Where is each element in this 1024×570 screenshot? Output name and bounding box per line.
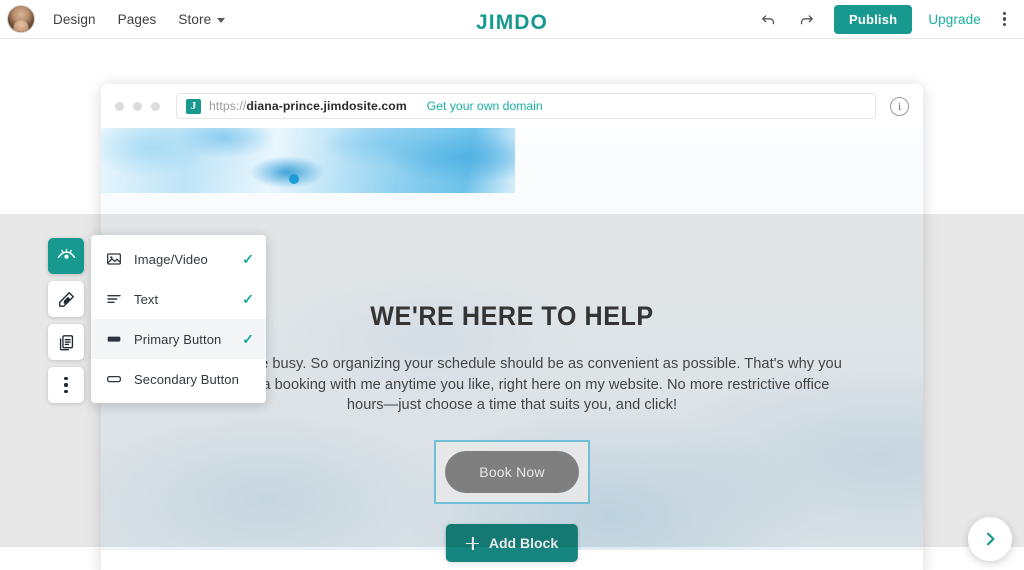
add-block-label: Add Block bbox=[488, 535, 559, 551]
dropdown-label: Primary Button bbox=[134, 331, 222, 347]
image-icon bbox=[105, 251, 122, 268]
selected-button-outline: Book Now bbox=[434, 439, 590, 504]
filled-button-icon bbox=[105, 331, 122, 348]
url-scheme: https:// bbox=[209, 99, 247, 113]
text-lines-icon bbox=[105, 291, 122, 308]
nav-item-pages[interactable]: Pages bbox=[118, 12, 157, 27]
publish-button[interactable]: Publish bbox=[833, 4, 913, 34]
nav-label-store: Store bbox=[178, 11, 212, 27]
url-domain: diana-prince.jimdosite.com bbox=[246, 99, 407, 113]
add-block-button[interactable]: Add Block bbox=[445, 524, 579, 562]
chevron-right-icon bbox=[987, 532, 995, 546]
address-bar[interactable]: J https://diana-prince.jimdosite.com Get… bbox=[176, 93, 876, 119]
copy-duplicate-icon[interactable] bbox=[48, 324, 84, 360]
dropdown-label: Text bbox=[134, 291, 159, 307]
dropdown-label: Secondary Button bbox=[134, 371, 239, 387]
dropdown-item-primary-button[interactable]: Primary Button ✓ bbox=[91, 319, 266, 359]
block-toolbar bbox=[48, 238, 84, 403]
dropdown-label: Image/Video bbox=[134, 251, 208, 267]
info-circle-icon[interactable]: i bbox=[890, 96, 909, 116]
outlined-button-icon bbox=[105, 371, 122, 388]
paint-style-icon[interactable] bbox=[48, 281, 84, 317]
kebab-menu-icon[interactable] bbox=[997, 9, 1012, 30]
nav-label-pages: Pages bbox=[117, 11, 157, 27]
next-step-button[interactable] bbox=[968, 517, 1012, 561]
jimdo-editor-window: Design Pages Store JIMDO Publish Upgrade… bbox=[0, 0, 1024, 570]
more-options-icon[interactable] bbox=[48, 367, 84, 403]
avatar[interactable] bbox=[7, 5, 35, 33]
dropdown-item-image-video[interactable]: Image/Video ✓ bbox=[91, 239, 266, 279]
chevron-down-icon bbox=[217, 17, 226, 23]
editor-top-bar: Design Pages Store JIMDO Publish Upgrade bbox=[0, 0, 1024, 39]
check-icon: ✓ bbox=[242, 291, 254, 307]
check-icon: ✓ bbox=[242, 251, 254, 267]
book-now-button[interactable]: Book Now bbox=[445, 450, 579, 493]
get-own-domain-link[interactable]: Get your own domain bbox=[427, 99, 543, 113]
add-block-row: Add Block bbox=[101, 524, 923, 570]
nav-item-store[interactable]: Store bbox=[178, 11, 226, 27]
site-favicon-icon: J bbox=[186, 98, 201, 114]
browser-chrome-bar: J https://diana-prince.jimdosite.com Get… bbox=[101, 84, 923, 128]
check-icon: ✓ bbox=[242, 331, 254, 347]
editor-canvas: J https://diana-prince.jimdosite.com Get… bbox=[0, 39, 1024, 570]
preview-eye-icon[interactable] bbox=[48, 238, 84, 274]
upgrade-link[interactable]: Upgrade bbox=[928, 12, 981, 27]
dropdown-item-secondary-button[interactable]: Secondary Button bbox=[91, 359, 266, 399]
block-visibility-dropdown: Image/Video ✓ Text ✓ Primary Button ✓ Se… bbox=[91, 235, 266, 403]
redo-arrow-icon[interactable] bbox=[796, 8, 818, 30]
address-bar-url: https://diana-prince.jimdosite.com bbox=[209, 99, 407, 113]
window-dots bbox=[115, 101, 160, 111]
nav-label-design: Design bbox=[53, 11, 96, 27]
top-bar-actions: Publish Upgrade bbox=[758, 4, 1024, 34]
dropdown-item-text[interactable]: Text ✓ bbox=[91, 279, 266, 319]
hero-paragraph: I know you're busy. So organizing your s… bbox=[182, 356, 842, 413]
nav-item-design[interactable]: Design bbox=[53, 12, 96, 27]
plus-icon bbox=[465, 536, 479, 550]
primary-nav: Design Pages Store bbox=[53, 11, 226, 27]
undo-arrow-icon[interactable] bbox=[758, 8, 780, 30]
